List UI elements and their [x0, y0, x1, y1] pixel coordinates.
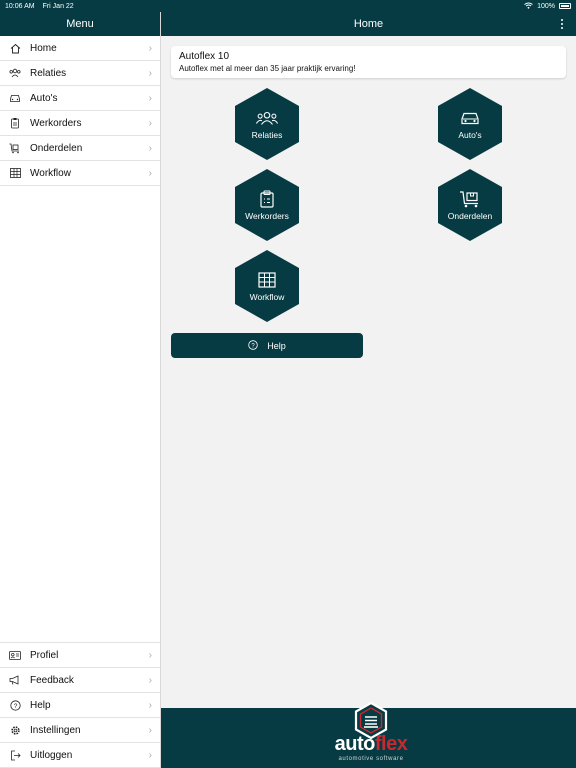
- sidebar-item-label: Auto's: [30, 92, 58, 104]
- sidebar-bottom-menu: Profiel › Feedback › ? Help › Instelling…: [0, 642, 160, 768]
- car-icon: [9, 92, 21, 104]
- sidebar-item-label: Profiel: [30, 649, 59, 661]
- logo-wordmark: autoflex: [334, 733, 408, 755]
- sidebar-item-relaties[interactable]: Relaties ›: [0, 61, 160, 86]
- sidebar-item-feedback[interactable]: Feedback ›: [0, 668, 160, 693]
- users-icon: [256, 109, 278, 127]
- chevron-right-icon: ›: [148, 142, 152, 154]
- status-date: Fri Jan 22: [42, 2, 74, 10]
- sidebar-item-workflow[interactable]: Workflow ›: [0, 161, 160, 186]
- sidebar-item-uitloggen[interactable]: Uitloggen ›: [0, 743, 160, 768]
- home-icon: [9, 42, 21, 54]
- svg-text:?: ?: [252, 343, 256, 349]
- main-header: Home: [161, 12, 576, 36]
- sidebar: Menu Home › Relaties › Auto's › Werkorde…: [0, 12, 161, 768]
- sidebar-item-label: Onderdelen: [30, 142, 83, 154]
- clipboard-icon: [256, 190, 278, 208]
- sidebar-item-label: Home: [30, 42, 57, 54]
- grid-icon: [256, 271, 278, 289]
- sidebar-item-instellingen[interactable]: Instellingen ›: [0, 718, 160, 743]
- chevron-right-icon: ›: [148, 117, 152, 129]
- sidebar-item-werkorders[interactable]: Werkorders ›: [0, 111, 160, 136]
- info-card-subtitle: Autoflex met al meer dan 35 jaar praktij…: [179, 64, 356, 73]
- sidebar-item-help[interactable]: ? Help ›: [0, 693, 160, 718]
- car-icon: [459, 109, 481, 127]
- chevron-right-icon: ›: [148, 649, 152, 661]
- parts-cart-icon: [459, 190, 481, 208]
- footer: autoflex automotive software: [161, 701, 576, 768]
- tile-label: Workflow: [249, 291, 285, 302]
- chevron-right-icon: ›: [148, 749, 152, 761]
- question-icon: ?: [9, 699, 21, 711]
- autoflex-logo: autoflex automotive software: [326, 701, 416, 763]
- tile-label: Auto's: [458, 129, 482, 140]
- sidebar-item-profiel[interactable]: Profiel ›: [0, 643, 160, 668]
- sidebar-item-home[interactable]: Home ›: [0, 36, 160, 61]
- megaphone-icon: [9, 674, 21, 686]
- status-bar: 10:06 AM Fri Jan 22 100%: [0, 0, 576, 12]
- battery-icon: [559, 3, 571, 9]
- tile-label: Onderdelen: [447, 210, 493, 221]
- parts-cart-icon: [9, 142, 21, 154]
- grid-icon: [9, 167, 21, 179]
- chevron-right-icon: ›: [148, 67, 152, 79]
- svg-text:?: ?: [13, 702, 17, 709]
- wifi-icon: [524, 2, 533, 11]
- help-button[interactable]: ? Help: [171, 333, 363, 358]
- sidebar-item-label: Uitloggen: [30, 749, 73, 761]
- status-time: 10:06 AM: [5, 2, 35, 10]
- help-button-label: Help: [267, 340, 286, 351]
- clipboard-icon: [9, 117, 21, 129]
- chevron-right-icon: ›: [148, 92, 152, 104]
- sidebar-item-label: Werkorders: [30, 117, 82, 129]
- question-icon: ?: [248, 339, 258, 352]
- tile-onderdelen[interactable]: Onderdelen: [438, 169, 502, 241]
- chevron-right-icon: ›: [148, 724, 152, 736]
- sidebar-item-label: Feedback: [30, 674, 74, 686]
- chevron-right-icon: ›: [148, 42, 152, 54]
- battery-percent: 100%: [537, 2, 555, 10]
- sidebar-item-label: Relaties: [30, 67, 67, 79]
- tile-autos[interactable]: Auto's: [438, 88, 502, 160]
- page-title: Home: [353, 18, 384, 30]
- chevron-right-icon: ›: [148, 167, 152, 179]
- id-card-icon: [9, 649, 21, 661]
- users-icon: [9, 67, 21, 79]
- tile-relaties[interactable]: Relaties: [235, 88, 299, 160]
- logo-tagline: automotive software: [338, 756, 404, 762]
- gear-icon: [9, 724, 21, 736]
- tile-label: Werkorders: [245, 210, 289, 221]
- sidebar-item-label: Workflow: [30, 167, 71, 179]
- logout-icon: [9, 749, 21, 761]
- sidebar-item-label: Instellingen: [30, 724, 81, 736]
- info-card-title: Autoflex 10: [179, 51, 230, 62]
- tile-workflow[interactable]: Workflow: [235, 250, 299, 322]
- more-options-icon[interactable]: [561, 19, 564, 29]
- tile-label: Relaties: [251, 129, 283, 140]
- chevron-right-icon: ›: [148, 674, 152, 686]
- sidebar-item-onderdelen[interactable]: Onderdelen ›: [0, 136, 160, 161]
- sidebar-item-label: Help: [30, 699, 51, 711]
- info-card: Autoflex 10 Autoflex met al meer dan 35 …: [171, 46, 566, 78]
- tile-werkorders[interactable]: Werkorders: [235, 169, 299, 241]
- sidebar-title: Menu: [0, 12, 160, 36]
- chevron-right-icon: ›: [148, 699, 152, 711]
- sidebar-item-autos[interactable]: Auto's ›: [0, 86, 160, 111]
